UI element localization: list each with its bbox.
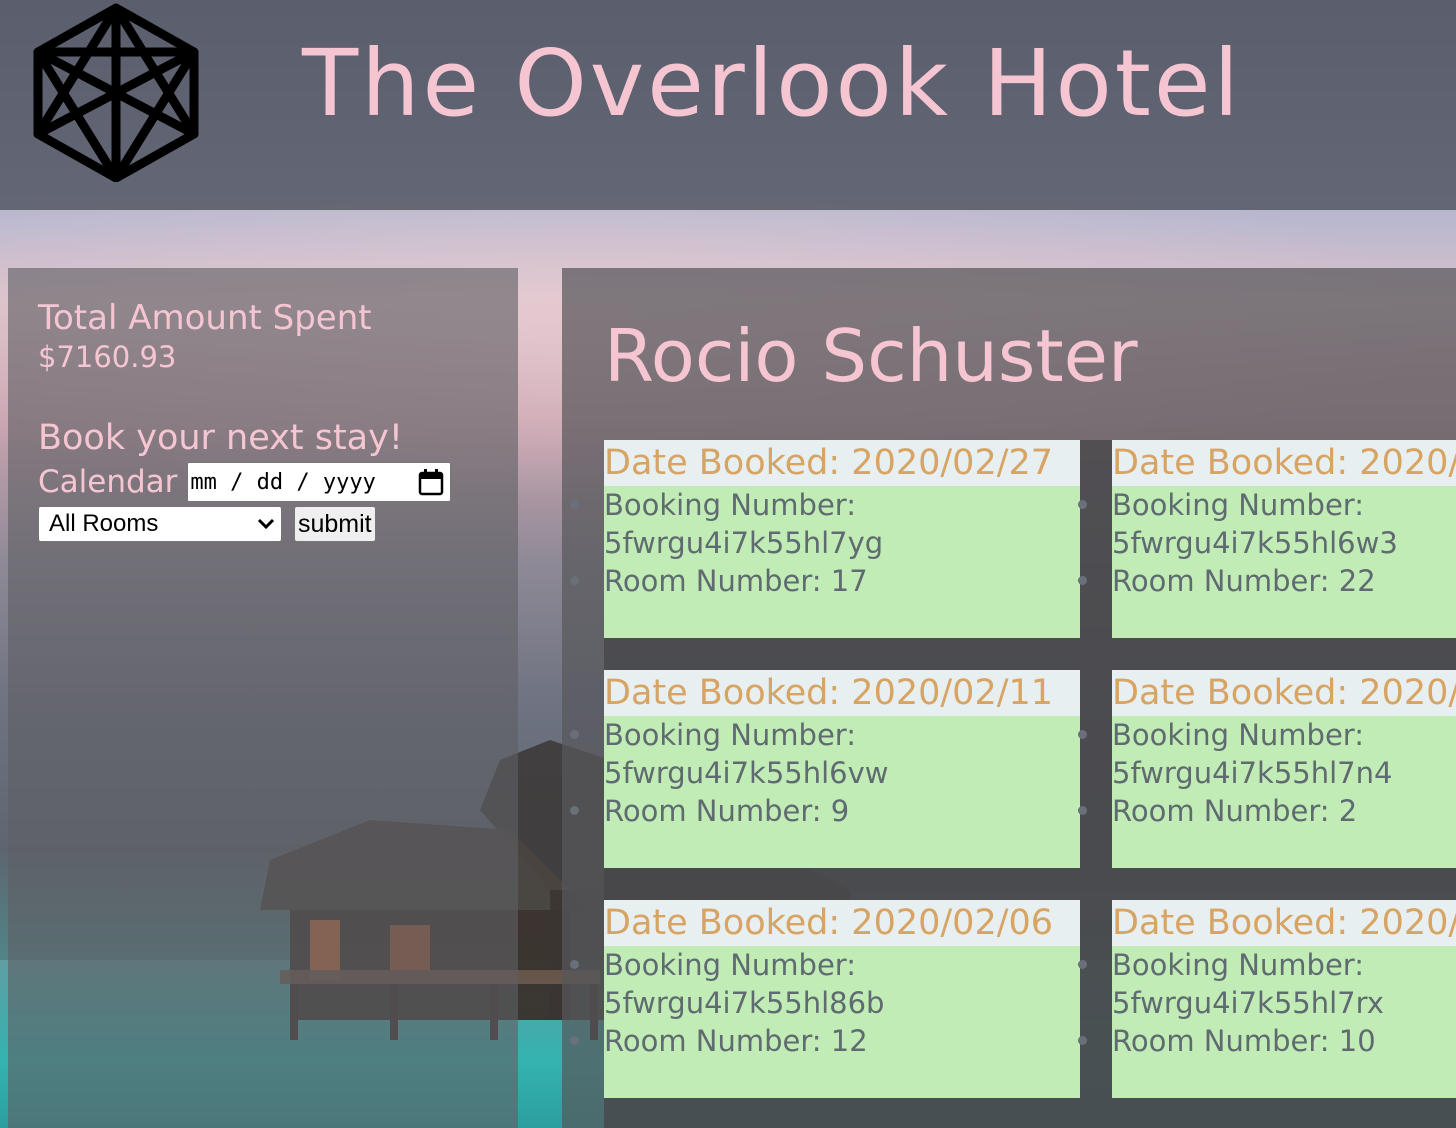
site-header: The Overlook Hotel bbox=[0, 0, 1456, 210]
date-input[interactable]: mm / dd / yyyy bbox=[187, 462, 452, 502]
bookings-panel: Rocio Schuster Date Booked: 2020/02/27 B… bbox=[562, 268, 1456, 1128]
room-number: Room Number: 10 bbox=[1078, 1022, 1456, 1060]
guest-name: Rocio Schuster bbox=[604, 314, 1138, 398]
room-type-select[interactable]: All Rooms bbox=[38, 506, 282, 542]
booking-number-label: Booking Number: bbox=[570, 486, 1080, 524]
booking-number: 5fwrgu4i7k55hl7yg bbox=[604, 526, 884, 560]
booking-number-label: Booking Number: bbox=[1078, 486, 1456, 524]
room-number: Room Number: 17 bbox=[570, 562, 1080, 600]
room-number: Room Number: 22 bbox=[1078, 562, 1456, 600]
room-number: Room Number: 9 bbox=[570, 792, 1080, 830]
booking-number: 5fwrgu4i7k55hl6w3 bbox=[1112, 526, 1398, 560]
booking-card: Date Booked: 2020/02/11 Booking Number: … bbox=[570, 670, 1080, 868]
booking-number: 5fwrgu4i7k55hl7n4 bbox=[1112, 756, 1393, 790]
booking-number-label: Booking Number: bbox=[1078, 946, 1456, 984]
total-spent-value: $7160.93 bbox=[38, 340, 177, 374]
booking-date: Date Booked: 2020/ bbox=[1112, 900, 1456, 946]
hexagon-cube-logo-icon bbox=[33, 3, 199, 182]
booking-date: Date Booked: 2020/ bbox=[1112, 440, 1456, 486]
site-title: The Overlook Hotel bbox=[302, 30, 1242, 137]
booking-number-label: Booking Number: bbox=[570, 946, 1080, 984]
date-placeholder: mm / dd / yyyy bbox=[190, 469, 376, 495]
booking-number: 5fwrgu4i7k55hl6vw bbox=[604, 756, 889, 790]
calendar-icon[interactable] bbox=[418, 468, 444, 496]
room-number: Room Number: 2 bbox=[1078, 792, 1456, 830]
booking-card: Date Booked: 2020/ Booking Number: 5fwrg… bbox=[1078, 670, 1456, 868]
booking-number: 5fwrgu4i7k55hl86b bbox=[604, 986, 885, 1020]
booking-number-label: Booking Number: bbox=[570, 716, 1080, 754]
booking-number-label: Booking Number: bbox=[1078, 716, 1456, 754]
booking-number: 5fwrgu4i7k55hl7rx bbox=[1112, 986, 1384, 1020]
booking-date: Date Booked: 2020/ bbox=[1112, 670, 1456, 716]
calendar-label: Calendar bbox=[38, 464, 178, 500]
book-stay-heading: Book your next stay! bbox=[38, 418, 403, 458]
room-number: Room Number: 12 bbox=[570, 1022, 1080, 1060]
booking-card: Date Booked: 2020/02/06 Booking Number: … bbox=[570, 900, 1080, 1098]
booking-date: Date Booked: 2020/02/27 bbox=[604, 440, 1080, 486]
total-spent-label: Total Amount Spent bbox=[38, 298, 372, 338]
booking-card: Date Booked: 2020/ Booking Number: 5fwrg… bbox=[1078, 900, 1456, 1098]
booking-card: Date Booked: 2020/02/27 Booking Number: … bbox=[570, 440, 1080, 638]
room-filter-row: All Rooms submit bbox=[38, 506, 518, 542]
chevron-down-icon bbox=[257, 518, 275, 530]
calendar-row: Calendar mm / dd / yyyy bbox=[38, 462, 518, 502]
booking-date: Date Booked: 2020/02/06 bbox=[604, 900, 1080, 946]
booking-card: Date Booked: 2020/ Booking Number: 5fwrg… bbox=[1078, 440, 1456, 638]
submit-button[interactable]: submit bbox=[294, 506, 376, 542]
account-sidebar: Total Amount Spent $7160.93 Book your ne… bbox=[8, 268, 518, 1128]
booking-date: Date Booked: 2020/02/11 bbox=[604, 670, 1080, 716]
room-type-selected: All Rooms bbox=[49, 510, 159, 537]
